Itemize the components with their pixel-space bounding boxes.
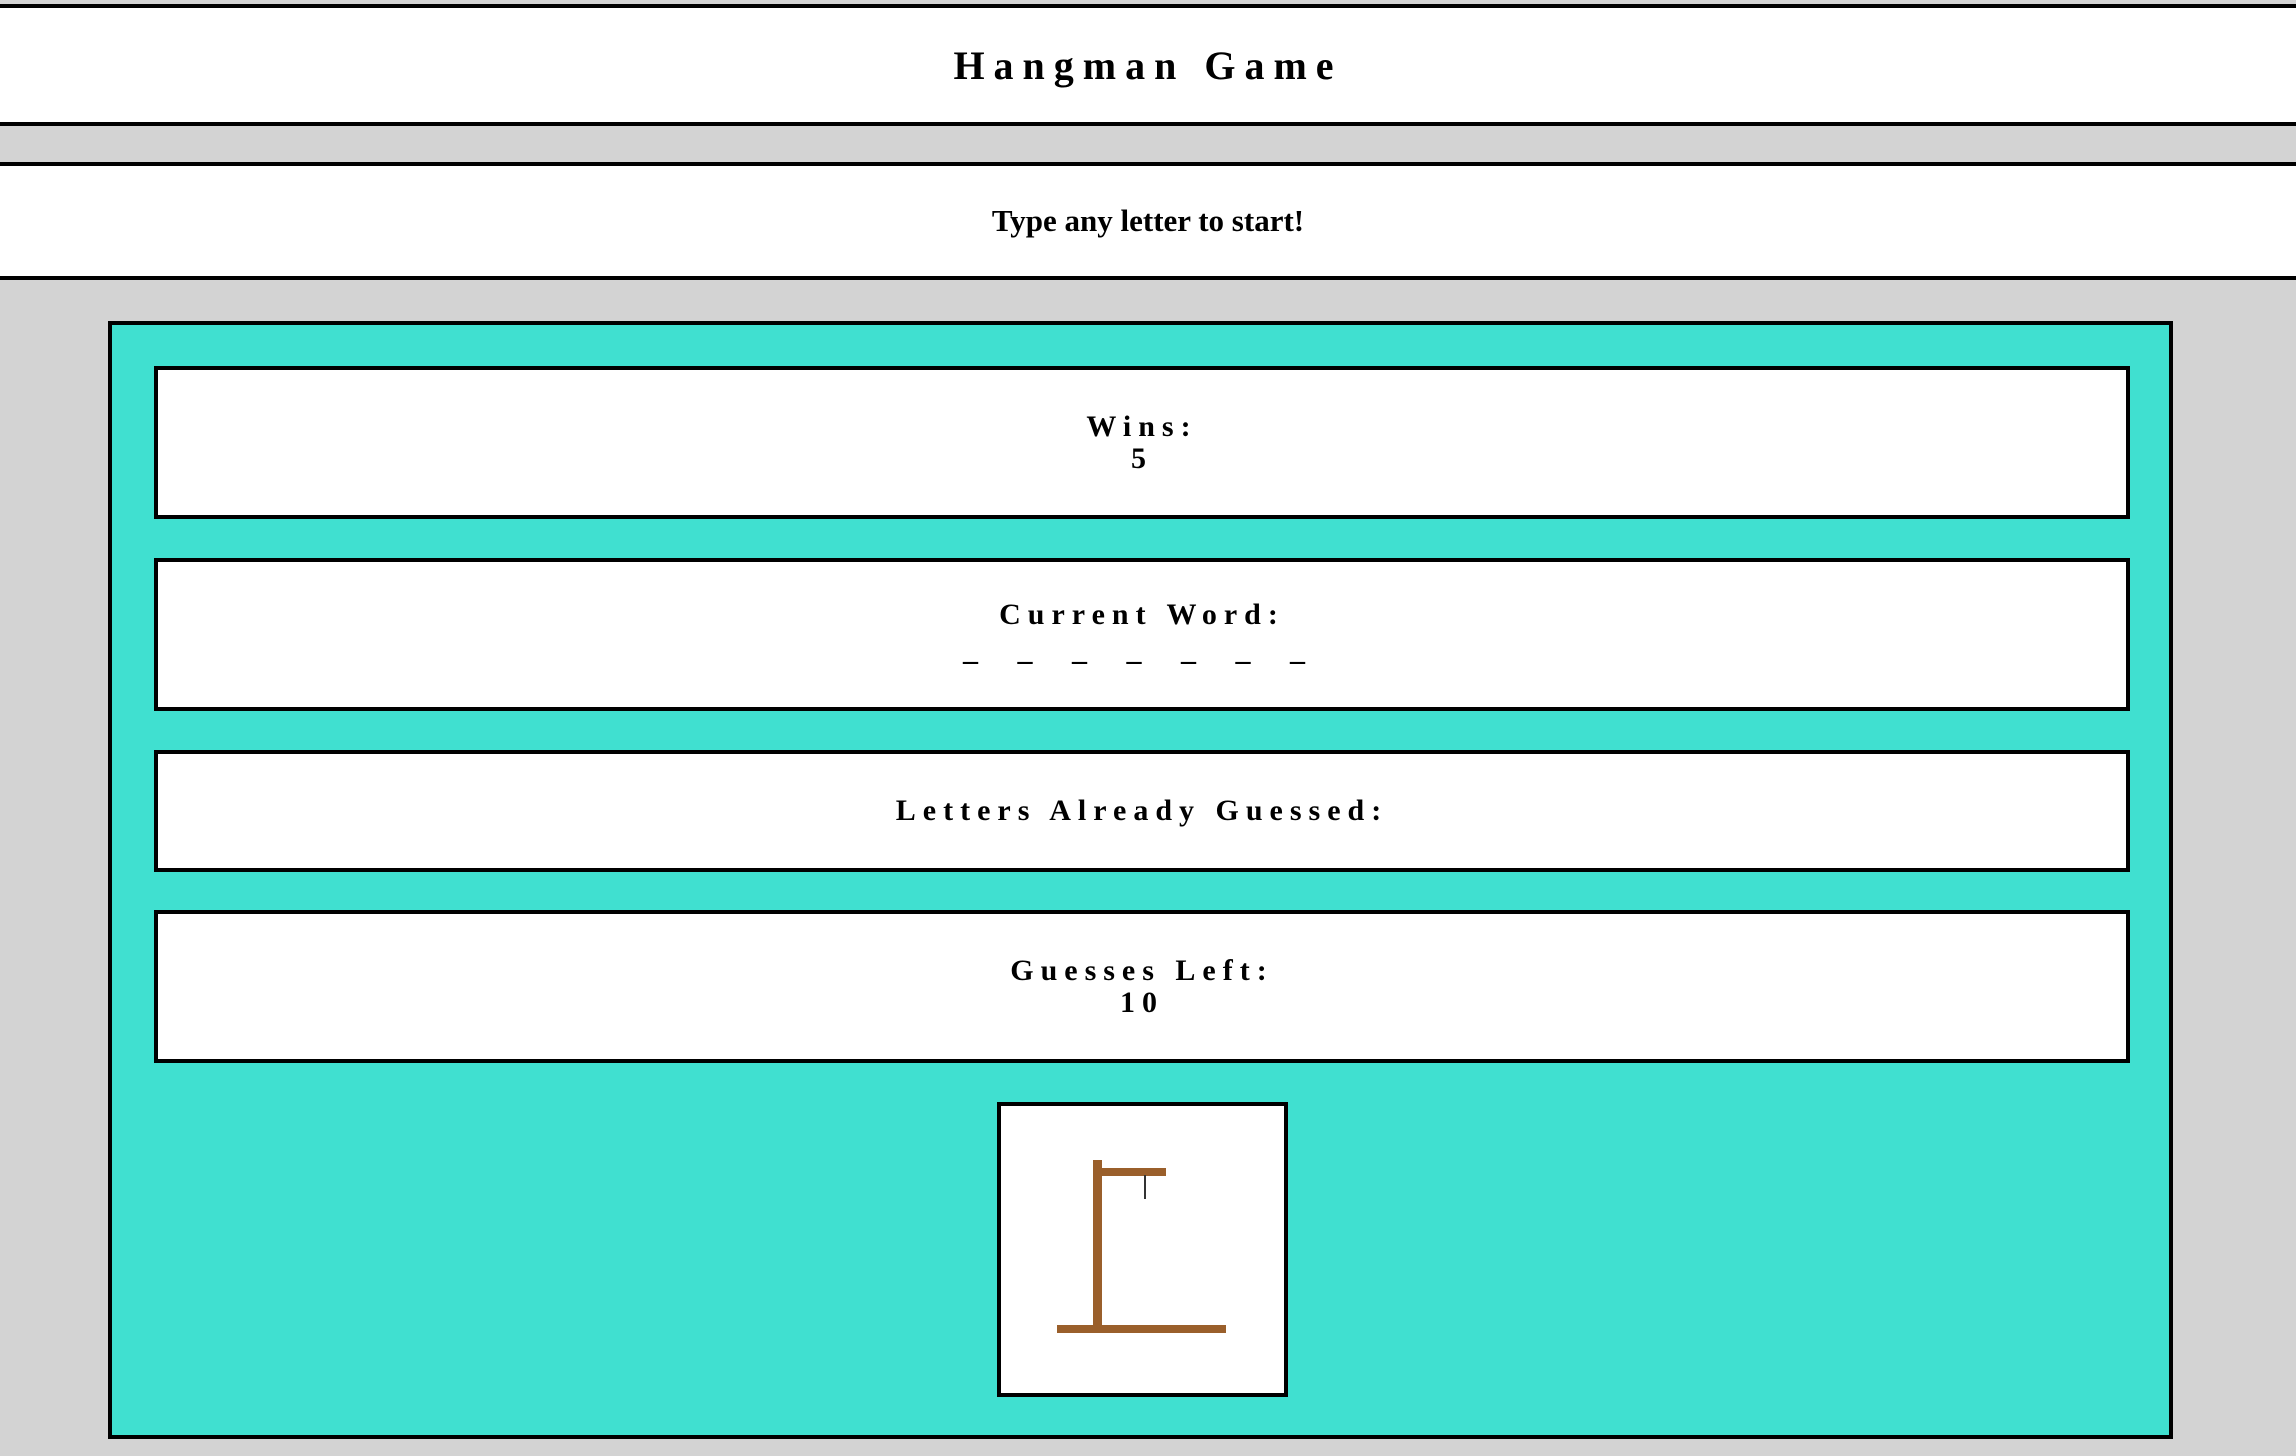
wins-label: Wins: (1086, 409, 1198, 443)
gallows-base (1057, 1325, 1226, 1333)
gallows-rope (1144, 1175, 1146, 1199)
status-message: Type any letter to start! (991, 203, 1305, 238)
gallows-beam (1093, 1168, 1166, 1176)
game-panel: Wins: 5 Current Word: _ _ _ _ _ _ _ Lett… (108, 321, 2173, 1439)
guesses-left-box: Guesses Left: 10 (154, 910, 2130, 1063)
current-word-box: Current Word: _ _ _ _ _ _ _ (154, 558, 2130, 711)
guesses-left-label: Guesses Left: (1010, 953, 1274, 987)
gallows-icon (1057, 1160, 1226, 1333)
title-bar: Hangman Game (0, 4, 2296, 126)
current-word-value: _ _ _ _ _ _ _ (963, 633, 1321, 667)
letters-guessed-box: Letters Already Guessed: (154, 750, 2130, 872)
status-bar: Type any letter to start! (0, 162, 2296, 280)
current-word-label: Current Word: (999, 597, 1285, 631)
guesses-left-value: 10 (1120, 985, 1164, 1019)
wins-value: 5 (1131, 441, 1153, 475)
letters-guessed-label: Letters Already Guessed: (895, 794, 1389, 827)
wins-box: Wins: 5 (154, 366, 2130, 519)
page-title: Hangman Game (953, 42, 1343, 88)
gallows-post (1093, 1160, 1102, 1331)
hangman-image (997, 1102, 1288, 1397)
